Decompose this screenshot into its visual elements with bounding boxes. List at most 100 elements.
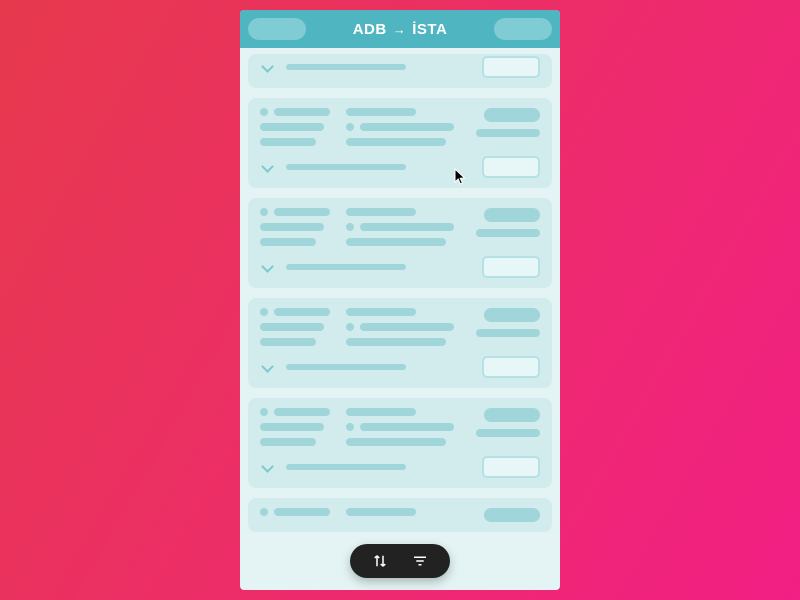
status-dot-icon	[346, 423, 354, 431]
text-placeholder	[476, 129, 540, 137]
price-placeholder	[484, 108, 540, 122]
departure-col	[260, 408, 334, 446]
filter-icon[interactable]	[410, 551, 430, 571]
card-footer	[260, 256, 540, 278]
text-placeholder	[346, 138, 446, 146]
card-footer-text	[286, 464, 470, 470]
status-dot-icon	[260, 208, 268, 216]
time-placeholder	[274, 308, 330, 316]
text-placeholder	[360, 223, 454, 231]
text-placeholder	[260, 238, 316, 246]
time-placeholder	[274, 408, 330, 416]
info-col	[346, 208, 454, 246]
text-placeholder	[476, 229, 540, 237]
info-col	[346, 408, 454, 446]
departure-col	[260, 108, 334, 146]
card-footer-text	[286, 164, 470, 170]
sort-filter-fab[interactable]	[350, 544, 450, 578]
route-title: ADB → İSTA	[353, 21, 448, 38]
text-placeholder	[360, 423, 454, 431]
result-card[interactable]	[248, 54, 552, 88]
results-list[interactable]	[240, 48, 560, 590]
card-footer	[260, 156, 540, 178]
text-placeholder	[260, 438, 316, 446]
header-left-button[interactable]	[248, 18, 306, 40]
price-placeholder	[484, 408, 540, 422]
card-footer	[260, 356, 540, 378]
price-col	[466, 308, 540, 337]
text-placeholder	[346, 238, 446, 246]
price-col	[466, 508, 540, 522]
select-button[interactable]	[482, 356, 540, 378]
result-card[interactable]	[248, 498, 552, 532]
status-dot-icon	[346, 123, 354, 131]
select-button[interactable]	[482, 56, 540, 78]
page-background: ADB → İSTA	[0, 0, 800, 600]
info-col	[346, 308, 454, 346]
card-body	[260, 408, 540, 446]
sort-icon[interactable]	[370, 551, 390, 571]
chevron-down-icon[interactable]	[260, 160, 274, 174]
status-dot-icon	[260, 408, 268, 416]
result-card[interactable]	[248, 398, 552, 488]
text-placeholder	[346, 108, 416, 116]
result-card[interactable]	[248, 98, 552, 188]
header-bar: ADB → İSTA	[240, 10, 560, 48]
text-placeholder	[346, 308, 416, 316]
card-footer-text	[286, 264, 470, 270]
text-placeholder	[260, 138, 316, 146]
chevron-down-icon[interactable]	[260, 460, 274, 474]
info-col	[346, 108, 454, 146]
status-dot-icon	[346, 323, 354, 331]
text-placeholder	[360, 323, 454, 331]
price-col	[466, 208, 540, 237]
select-button[interactable]	[482, 256, 540, 278]
departure-col	[260, 508, 334, 516]
result-card[interactable]	[248, 298, 552, 388]
header-right-button[interactable]	[494, 18, 552, 40]
card-footer	[260, 456, 540, 478]
card-body	[260, 308, 540, 346]
text-placeholder	[346, 438, 446, 446]
time-placeholder	[274, 208, 330, 216]
card-footer-text	[286, 364, 470, 370]
card-body	[260, 108, 540, 146]
route-destination: İSTA	[412, 21, 447, 38]
result-card[interactable]	[248, 198, 552, 288]
price-col	[466, 408, 540, 437]
select-button[interactable]	[482, 456, 540, 478]
time-placeholder	[274, 108, 330, 116]
departure-col	[260, 308, 334, 346]
text-placeholder	[346, 508, 416, 516]
status-dot-icon	[346, 223, 354, 231]
status-dot-icon	[260, 108, 268, 116]
chevron-down-icon[interactable]	[260, 260, 274, 274]
price-placeholder	[484, 208, 540, 222]
app-frame: ADB → İSTA	[240, 10, 560, 590]
price-placeholder	[484, 508, 540, 522]
status-dot-icon	[260, 508, 268, 516]
card-footer	[260, 56, 540, 78]
text-placeholder	[346, 338, 446, 346]
text-placeholder	[260, 123, 324, 131]
text-placeholder	[260, 338, 316, 346]
select-button[interactable]	[482, 156, 540, 178]
text-placeholder	[260, 223, 324, 231]
text-placeholder	[260, 323, 324, 331]
text-placeholder	[346, 408, 416, 416]
text-placeholder	[360, 123, 454, 131]
card-body	[260, 208, 540, 246]
price-placeholder	[484, 308, 540, 322]
chevron-down-icon[interactable]	[260, 60, 274, 74]
card-body	[260, 508, 540, 522]
status-dot-icon	[260, 308, 268, 316]
card-footer-text	[286, 64, 470, 70]
departure-col	[260, 208, 334, 246]
text-placeholder	[476, 329, 540, 337]
time-placeholder	[274, 508, 330, 516]
info-col	[346, 508, 454, 516]
arrow-right-icon: →	[393, 22, 407, 37]
text-placeholder	[476, 429, 540, 437]
chevron-down-icon[interactable]	[260, 360, 274, 374]
text-placeholder	[346, 208, 416, 216]
